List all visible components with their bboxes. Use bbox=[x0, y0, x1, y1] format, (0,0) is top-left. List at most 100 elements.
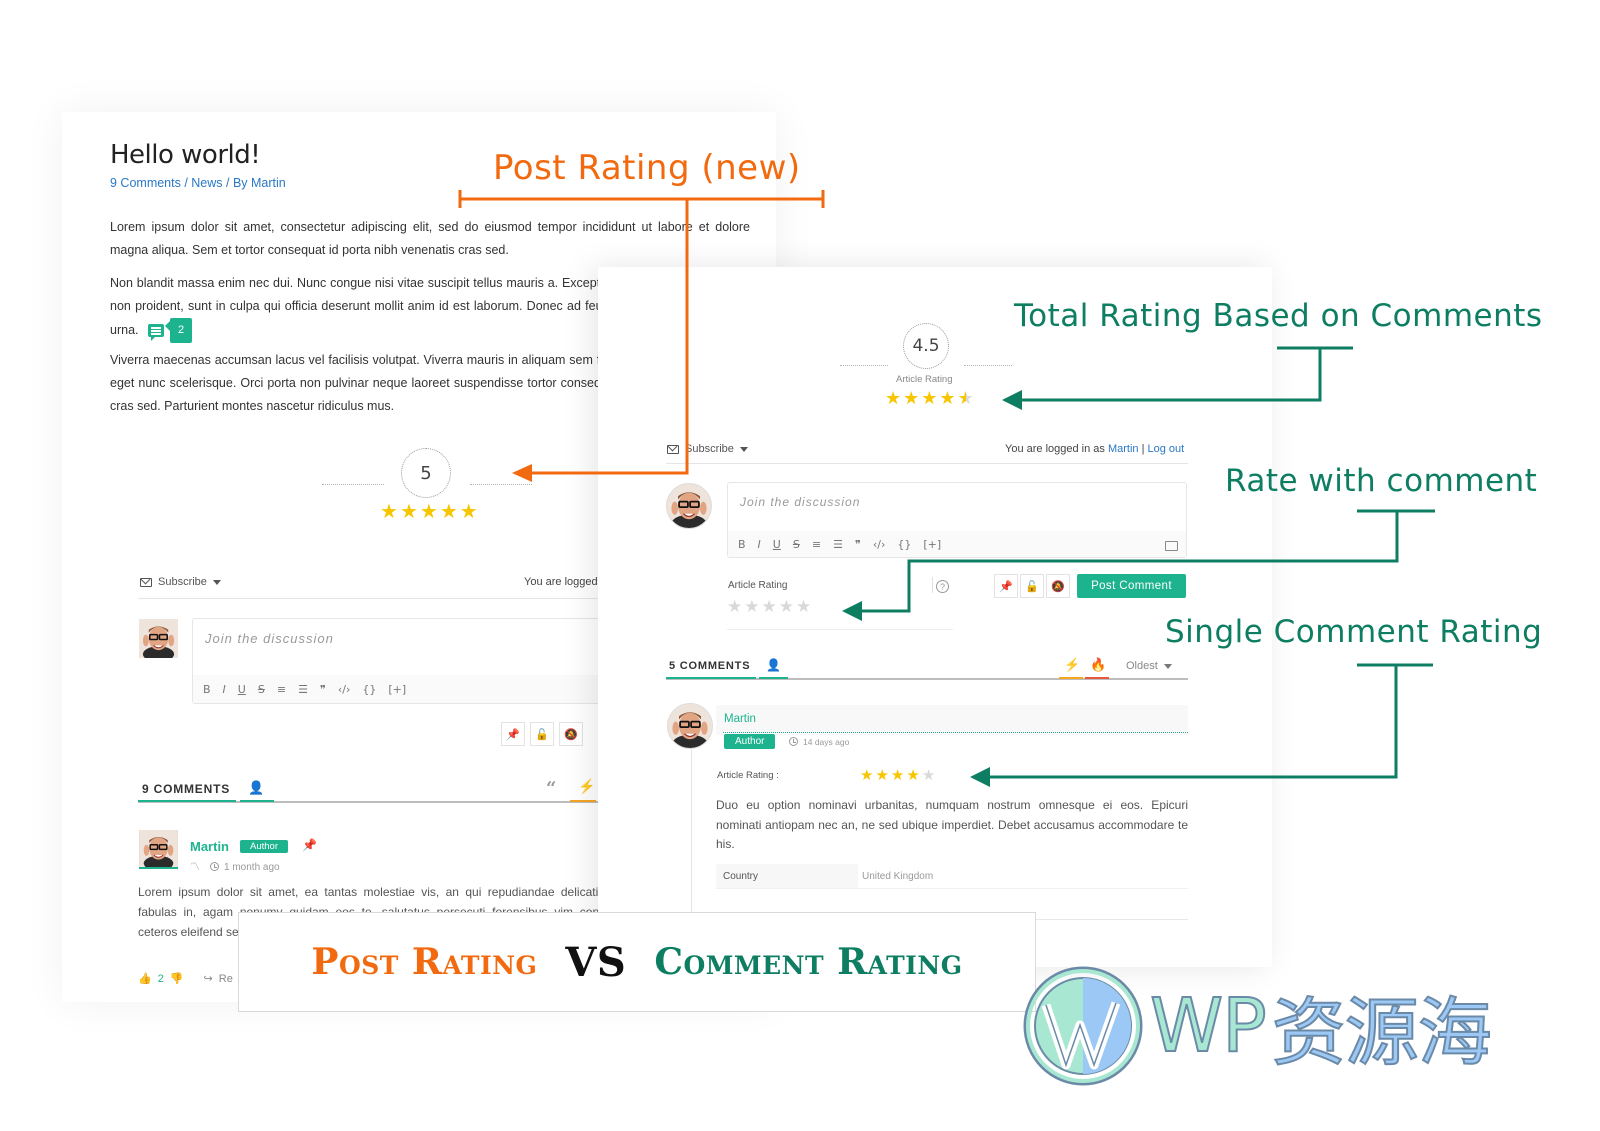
editor-placeholder: Join the discussion bbox=[740, 495, 861, 509]
watermark-latin: WP bbox=[1149, 982, 1268, 1070]
form-rating-stars[interactable]: ★ ★ ★ ★ ★ bbox=[727, 598, 811, 615]
strikethrough-button[interactable]: S bbox=[258, 683, 265, 696]
mute-button[interactable]: 🔕 bbox=[559, 722, 583, 746]
form-vertical-divider bbox=[932, 577, 933, 593]
underline-button[interactable]: U bbox=[238, 683, 246, 696]
thumbs-up-icon[interactable]: 👍 bbox=[138, 972, 152, 985]
star-icon[interactable]: ★ bbox=[762, 598, 777, 615]
logged-in-user-link[interactable]: Martin bbox=[1108, 443, 1139, 455]
comments-count-tab[interactable]: 9 COMMENTS bbox=[142, 782, 230, 796]
star-icon[interactable]: ★ bbox=[460, 502, 478, 522]
watermark: WP 资源海 bbox=[1022, 965, 1493, 1087]
underline-button[interactable]: U bbox=[773, 538, 781, 551]
logged-in-status: You are logged in as Martin | Log out bbox=[1005, 443, 1184, 455]
code-button[interactable]: ‹/› bbox=[338, 683, 351, 696]
star-icon: ★ bbox=[957, 388, 974, 408]
sticky-button[interactable]: 📌 bbox=[994, 574, 1018, 598]
avatar-face-icon bbox=[139, 619, 178, 658]
source-code-button[interactable]: {} bbox=[897, 538, 911, 551]
post-comment-button[interactable]: Post Comment bbox=[1077, 574, 1186, 598]
fire-sort-icon[interactable]: 🔥 bbox=[1090, 657, 1106, 673]
reply-label[interactable]: Re bbox=[219, 973, 233, 985]
logged-in-prefix: You are logged in as bbox=[1005, 443, 1105, 455]
star-icon[interactable]: ★ bbox=[420, 502, 438, 522]
avatar-face-icon bbox=[140, 830, 177, 867]
comment-rating-label: Article Rating : bbox=[717, 770, 779, 781]
pin-icon: 📌 bbox=[302, 838, 317, 852]
reply-icon[interactable]: ↪ bbox=[204, 972, 213, 985]
star-icon[interactable]: ★ bbox=[380, 502, 398, 522]
user-settings-icon[interactable]: 👤 bbox=[766, 658, 781, 672]
comment-author-name[interactable]: Martin bbox=[190, 839, 229, 854]
quote-sort-icon[interactable]: “ bbox=[546, 778, 556, 799]
post-meta-links[interactable]: 9 Comments / News / By Martin bbox=[110, 176, 286, 190]
help-icon[interactable]: ? bbox=[936, 580, 949, 593]
banner-comment-rating: Comment Rating bbox=[654, 941, 963, 983]
post-rating-stars[interactable]: ★ ★ ★ ★ ★ bbox=[380, 502, 478, 522]
image-upload-icon[interactable] bbox=[1165, 541, 1178, 551]
subscribe-dropdown[interactable]: Subscribe bbox=[140, 576, 221, 588]
annotation-single-comment-rating: Single Comment Rating bbox=[1165, 614, 1543, 650]
comment-author-avatar bbox=[667, 703, 713, 749]
avatar-face-icon bbox=[668, 704, 712, 748]
author-badge: Author bbox=[724, 734, 776, 749]
subscribe-dropdown[interactable]: Subscribe bbox=[667, 443, 748, 455]
sticky-button[interactable]: 📌 bbox=[501, 722, 525, 746]
caret-down-icon bbox=[1163, 664, 1172, 669]
rating-divider-right bbox=[470, 484, 532, 485]
italic-button[interactable]: I bbox=[223, 683, 226, 696]
mute-button[interactable]: 🔕 bbox=[1046, 574, 1070, 598]
sort-dropdown[interactable]: Oldest bbox=[1126, 660, 1172, 672]
star-icon[interactable]: ★ bbox=[744, 598, 759, 615]
separator: | bbox=[1141, 443, 1145, 455]
code-button[interactable]: ‹/› bbox=[873, 538, 886, 551]
comment-text: Duo eu option nominavi urbanitas, numqua… bbox=[716, 798, 1188, 851]
vote-row: 👍 2 👎 ↪ Re bbox=[138, 972, 233, 986]
star-icon[interactable]: ★ bbox=[727, 598, 742, 615]
lightning-sort-icon[interactable]: ⚡ bbox=[578, 778, 595, 795]
total-rating-divider-left bbox=[840, 365, 888, 366]
lightning-tab-underline bbox=[570, 800, 596, 802]
user-settings-icon[interactable]: 👤 bbox=[248, 780, 264, 796]
ordered-list-button[interactable]: ≡ bbox=[277, 683, 286, 696]
user-avatar bbox=[139, 619, 178, 658]
blockquote-button[interactable]: ❞ bbox=[320, 683, 326, 696]
lock-button[interactable]: 🔓 bbox=[1020, 574, 1044, 598]
post-title: Hello world! bbox=[110, 140, 261, 170]
star-icon[interactable]: ★ bbox=[779, 598, 794, 615]
lightning-sort-icon[interactable]: ⚡ bbox=[1064, 657, 1080, 673]
comment-editor[interactable]: Join the discussion B I U S ≡ ☰ ❞ ‹/› {} [+] bbox=[727, 482, 1187, 558]
annotation-total-rating: Total Rating Based on Comments bbox=[1014, 298, 1543, 334]
total-rating-divider-right bbox=[964, 365, 1012, 366]
inline-comment-badge[interactable]: 2 bbox=[147, 318, 193, 343]
source-code-button[interactable]: {} bbox=[362, 683, 376, 696]
blockquote-button[interactable]: ❞ bbox=[855, 538, 861, 551]
total-rating-value: 4.5 bbox=[903, 323, 949, 369]
comment-thread-line bbox=[691, 749, 692, 919]
star-icon: ★ bbox=[903, 388, 920, 408]
comments-count-tab[interactable]: 5 COMMENTS bbox=[669, 660, 750, 672]
star-icon: ★ bbox=[875, 767, 889, 784]
italic-button[interactable]: I bbox=[758, 538, 761, 551]
bold-button[interactable]: B bbox=[203, 683, 211, 696]
star-icon[interactable]: ★ bbox=[400, 502, 418, 522]
star-icon[interactable]: ★ bbox=[440, 502, 458, 522]
total-rating-label: Article Rating bbox=[896, 374, 953, 385]
editor-toolbar: B I U S ≡ ☰ ❞ ‹/› {} [+] bbox=[728, 531, 1186, 557]
logout-link[interactable]: Log out bbox=[1148, 443, 1185, 455]
strikethrough-button[interactable]: S bbox=[793, 538, 800, 551]
bold-button[interactable]: B bbox=[738, 538, 746, 551]
thumbs-down-icon[interactable]: 👎 bbox=[170, 972, 184, 985]
ordered-list-button[interactable]: ≡ bbox=[812, 538, 821, 551]
spoiler-button[interactable]: [+] bbox=[388, 683, 406, 696]
sort-label: Oldest bbox=[1126, 660, 1158, 672]
comment-author-name[interactable]: Martin bbox=[724, 713, 756, 725]
comment-header-divider bbox=[723, 732, 1188, 733]
unordered-list-button[interactable]: ☰ bbox=[298, 683, 308, 696]
author-badge: Author bbox=[240, 840, 288, 853]
star-icon[interactable]: ★ bbox=[796, 598, 811, 615]
lock-button[interactable]: 🔓 bbox=[530, 722, 554, 746]
unordered-list-button[interactable]: ☰ bbox=[833, 538, 843, 551]
post-paragraph-1: Lorem ipsum dolor sit amet, consectetur … bbox=[110, 220, 750, 257]
spoiler-button[interactable]: [+] bbox=[923, 538, 941, 551]
